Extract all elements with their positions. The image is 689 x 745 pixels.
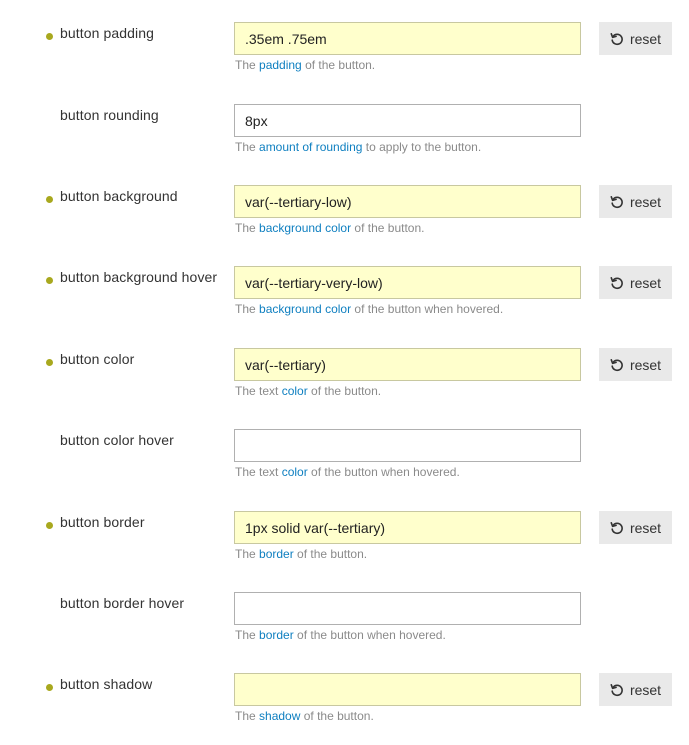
setting-row-button-shadow: button shadow The shadow of the button. … [0, 673, 689, 743]
reset-button[interactable]: reset [599, 185, 672, 218]
undo-icon [610, 521, 624, 535]
setting-label: button background hover [60, 269, 218, 285]
setting-label: button border [60, 514, 145, 530]
setting-input-button-border-hover[interactable] [234, 592, 581, 625]
setting-input-button-padding[interactable] [234, 22, 581, 55]
undo-icon [610, 276, 624, 290]
setting-row-button-border: button border The border of the button. … [0, 511, 689, 581]
setting-description: The text color of the button. [235, 384, 382, 398]
reset-button[interactable]: reset [599, 673, 672, 706]
reset-button[interactable]: reset [599, 511, 672, 544]
setting-description: The amount of rounding to apply to the b… [235, 140, 482, 154]
setting-row-button-color: button color The text color of the butto… [0, 348, 689, 418]
setting-label: button shadow [60, 676, 153, 692]
reset-label: reset [629, 519, 662, 536]
setting-label: button background [60, 188, 178, 204]
setting-description: The padding of the button. [235, 58, 376, 72]
setting-label: button padding [60, 25, 155, 41]
setting-input-button-border[interactable] [234, 511, 581, 544]
description-link[interactable]: border [259, 628, 294, 642]
setting-input-button-color[interactable] [234, 348, 581, 381]
undo-icon [610, 195, 624, 209]
changed-indicator-dot [46, 684, 53, 691]
undo-icon [610, 32, 624, 46]
setting-label: button border hover [60, 595, 185, 611]
undo-icon [610, 358, 624, 372]
reset-label: reset [629, 30, 662, 47]
setting-input-button-background[interactable] [234, 185, 581, 218]
setting-row-button-background-hover: button background hover The background c… [0, 266, 689, 336]
description-link[interactable]: amount of rounding [259, 140, 362, 154]
reset-button[interactable]: reset [599, 348, 672, 381]
changed-indicator-dot [46, 359, 53, 366]
reset-label: reset [629, 274, 662, 291]
changed-indicator-dot [46, 277, 53, 284]
setting-input-button-shadow[interactable] [234, 673, 581, 706]
description-link[interactable]: shadow [259, 709, 300, 723]
setting-label: button color [60, 351, 135, 367]
reset-label: reset [629, 681, 662, 698]
description-link[interactable]: border [259, 547, 294, 561]
setting-row-button-padding: button padding The padding of the button… [0, 22, 689, 92]
setting-input-button-rounding[interactable] [234, 104, 581, 137]
setting-row-button-border-hover: button border hover The border of the bu… [0, 592, 689, 662]
reset-label: reset [629, 193, 662, 210]
setting-row-button-rounding: button rounding The amount of rounding t… [0, 104, 689, 174]
setting-label: button rounding [60, 107, 159, 123]
setting-label: button color hover [60, 432, 174, 448]
setting-description: The border of the button. [235, 547, 368, 561]
setting-description: The background color of the button when … [235, 302, 504, 316]
description-link[interactable]: background color [259, 302, 351, 316]
reset-label: reset [629, 356, 662, 373]
changed-indicator-dot [46, 196, 53, 203]
changed-indicator-dot [46, 522, 53, 529]
setting-description: The border of the button when hovered. [235, 628, 446, 642]
setting-description: The shadow of the button. [235, 709, 374, 723]
changed-indicator-dot [46, 33, 53, 40]
setting-input-button-background-hover[interactable] [234, 266, 581, 299]
undo-icon [610, 683, 624, 697]
description-link[interactable]: color [282, 384, 308, 398]
reset-button[interactable]: reset [599, 266, 672, 299]
description-link[interactable]: color [282, 465, 308, 479]
setting-input-button-color-hover[interactable] [234, 429, 581, 462]
setting-description: The text color of the button when hovere… [235, 465, 460, 479]
description-link[interactable]: padding [259, 58, 302, 72]
description-link[interactable]: background color [259, 221, 351, 235]
setting-row-button-color-hover: button color hover The text color of the… [0, 429, 689, 499]
setting-description: The background color of the button. [235, 221, 425, 235]
setting-row-button-background: button background The background color o… [0, 185, 689, 255]
reset-button[interactable]: reset [599, 22, 672, 55]
